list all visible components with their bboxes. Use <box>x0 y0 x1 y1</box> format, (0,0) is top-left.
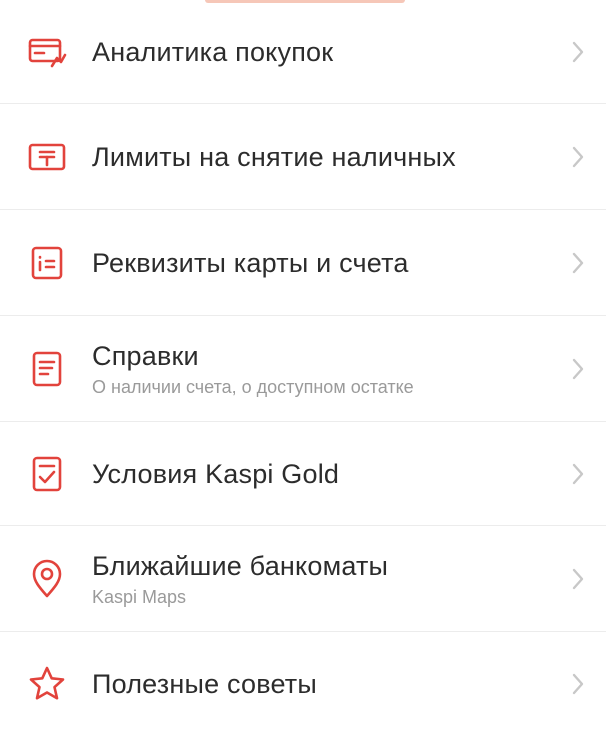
cash-withdrawal-icon <box>26 136 68 178</box>
menu-item-title: Полезные советы <box>92 669 317 699</box>
menu-item-cash-limits[interactable]: Лимиты на снятие наличных <box>0 104 606 210</box>
menu-item-title: Ближайшие банкоматы <box>92 550 389 581</box>
chevron-right-icon <box>568 565 588 593</box>
menu-item-card-details[interactable]: Реквизиты карты и счета <box>0 210 606 316</box>
chevron-right-icon <box>568 38 588 66</box>
menu-item-subtitle: Kaspi Maps <box>92 586 187 607</box>
menu-item-title: Аналитика покупок <box>92 36 334 67</box>
menu-item-nearest-atms[interactable]: Ближайшие банкоматы Kaspi Maps <box>0 526 606 632</box>
menu-item-useful-tips[interactable]: Полезные советы <box>0 632 606 736</box>
options-menu: Аналитика покупок Лимиты на снятие налич… <box>0 0 606 736</box>
chevron-right-icon <box>568 460 588 488</box>
menu-item-title: Справки <box>92 340 199 371</box>
menu-item-title: Лимиты на снятие наличных <box>92 141 456 172</box>
menu-item-subtitle: О наличии счета, о доступном остатке <box>92 376 414 397</box>
map-pin-icon <box>26 558 68 600</box>
menu-item-title: Условия Kaspi Gold <box>92 458 340 489</box>
chevron-right-icon <box>568 143 588 171</box>
document-icon <box>26 348 68 390</box>
card-analytics-icon <box>26 31 68 73</box>
menu-item-title: Реквизиты карты и счета <box>92 247 409 278</box>
terms-check-icon <box>26 453 68 495</box>
chevron-right-icon <box>568 670 588 698</box>
chevron-right-icon <box>568 249 588 277</box>
chevron-right-icon <box>568 355 588 383</box>
menu-item-purchase-analytics[interactable]: Аналитика покупок <box>0 0 606 104</box>
card-details-icon <box>26 242 68 284</box>
menu-item-kaspi-gold-terms[interactable]: Условия Kaspi Gold <box>0 422 606 526</box>
menu-item-certificates[interactable]: Справки О наличии счета, о доступном ост… <box>0 316 606 422</box>
star-icon <box>26 663 68 705</box>
